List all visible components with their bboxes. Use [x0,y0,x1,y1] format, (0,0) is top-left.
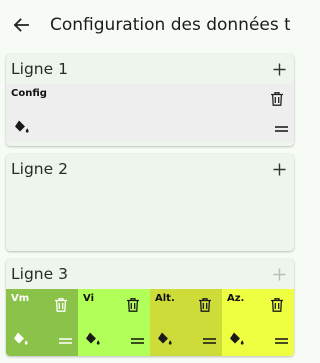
data-tile-config[interactable]: Config [6,84,294,142]
drag-handle-icon [274,338,288,344]
delete-tile-button[interactable] [268,296,286,314]
tile-label: Config [11,88,47,99]
arrow-left-icon [13,17,29,33]
drag-handle[interactable] [128,334,146,348]
delete-tile-button[interactable] [196,296,214,314]
paint-bucket-icon [229,332,245,346]
paint-bucket-icon [85,332,101,346]
tile-label: Vm [11,293,30,304]
paint-bucket-icon [157,332,173,346]
add-tile-button[interactable] [268,158,290,180]
drag-handle[interactable] [200,334,218,348]
tile-color-button[interactable] [12,117,32,137]
delete-tile-button[interactable] [268,90,286,108]
plus-icon [273,63,286,76]
drag-handle[interactable] [56,334,74,348]
data-tile-alt[interactable]: Alt. [150,289,222,356]
back-button[interactable] [9,13,33,37]
delete-tile-button[interactable] [52,296,70,314]
trash-icon [127,298,139,312]
line-title: Ligne 2 [11,160,68,178]
tile-color-button[interactable] [227,329,247,349]
data-tile-az[interactable]: Az. [222,289,294,356]
data-tile-vm[interactable]: Vm [6,289,78,356]
tile-color-button[interactable] [83,329,103,349]
drag-handle[interactable] [272,122,290,136]
tile-label: Alt. [155,293,175,304]
add-tile-button[interactable] [268,58,290,80]
tile-color-button[interactable] [155,329,175,349]
app-bar: Configuration des données te... [0,0,300,50]
data-tile-vi[interactable]: Vi [78,289,150,356]
line-header: Ligne 1 [6,54,294,84]
line-card-3: Ligne 3 Vm Vi Alt. Az. [6,259,294,356]
line-title: Ligne 3 [11,265,68,283]
line-card-1: Ligne 1 Config [6,54,294,146]
line-header: Ligne 2 [6,154,294,184]
tile-label: Az. [227,293,245,304]
drag-handle-icon [202,338,216,344]
trash-icon [271,92,283,106]
plus-icon [273,163,286,176]
add-tile-button-disabled [268,263,290,285]
drag-handle-icon [274,126,288,132]
drag-handle-icon [130,338,144,344]
paint-bucket-icon [13,332,29,346]
tile-label: Vi [83,293,94,304]
paint-bucket-icon [14,120,30,134]
trash-icon [55,298,67,312]
line-title: Ligne 1 [11,60,68,78]
drag-handle[interactable] [272,334,290,348]
plus-icon [273,268,286,281]
trash-icon [199,298,211,312]
trash-icon [271,298,283,312]
delete-tile-button[interactable] [124,296,142,314]
line-header: Ligne 3 [6,259,294,289]
drag-handle-icon [58,338,72,344]
line-card-2: Ligne 2 [6,154,294,251]
tile-color-button[interactable] [11,329,31,349]
page-title: Configuration des données te... [50,15,290,35]
